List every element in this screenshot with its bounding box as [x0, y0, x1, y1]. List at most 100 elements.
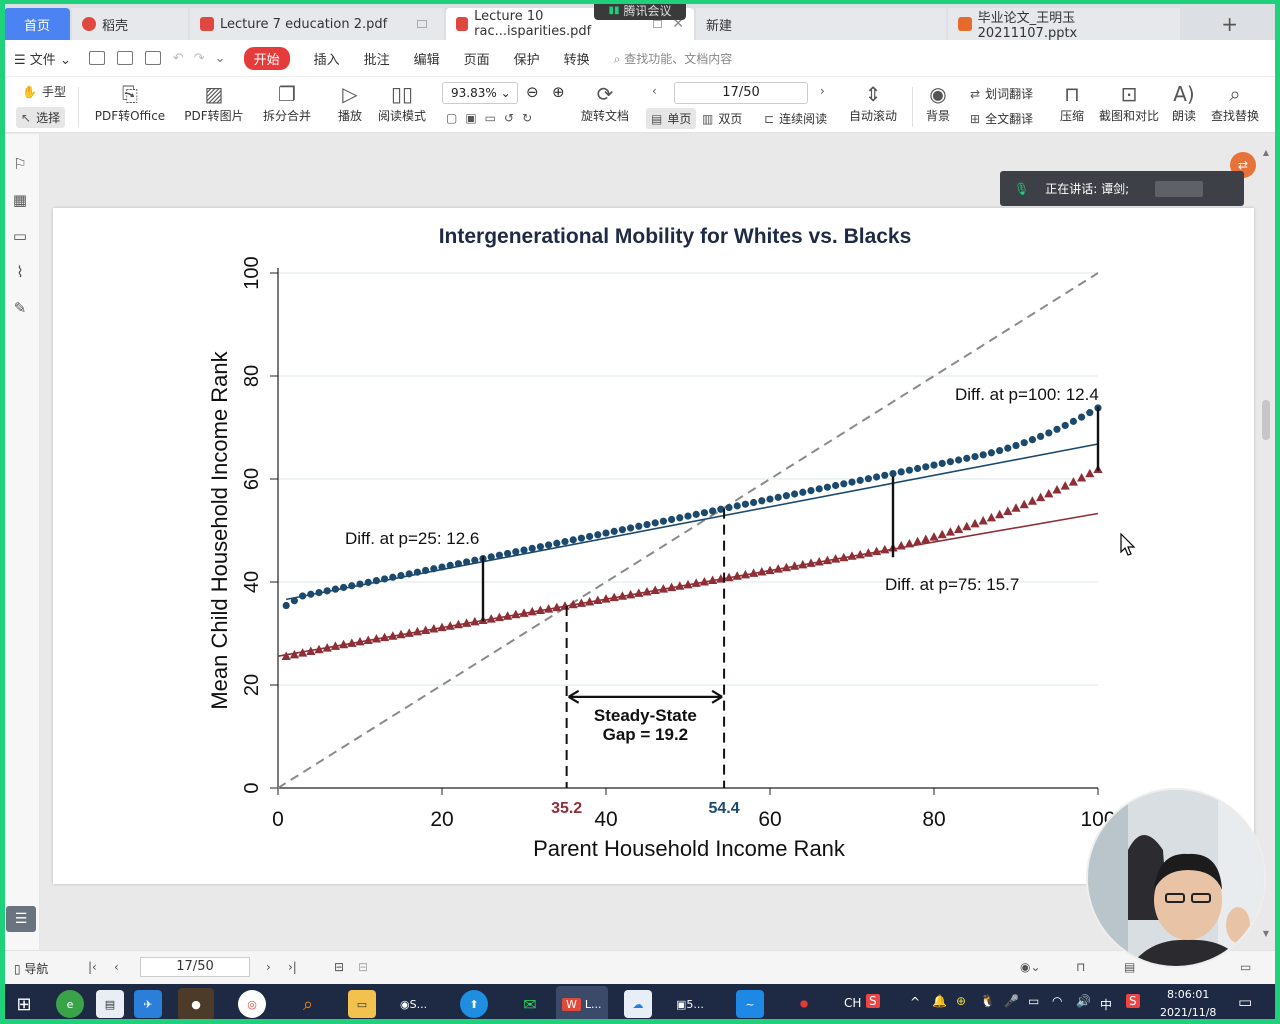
scroll-down-icon[interactable]: ▼ [1262, 929, 1270, 938]
background-button[interactable]: ◉ 背景 [922, 81, 954, 124]
scroll-thumb[interactable] [1262, 400, 1270, 440]
steam-task[interactable]: ◉ S... [394, 990, 433, 1018]
first-page-icon[interactable]: |‹ [88, 960, 97, 974]
pdf-to-image-button[interactable]: ▨ PDF转图片 [184, 81, 244, 124]
open-folder-icon[interactable] [88, 51, 105, 65]
document-area[interactable]: Intergenerational Mobility for Whites vs… [41, 134, 1263, 950]
save-icon[interactable] [116, 51, 133, 65]
ime-indicator[interactable]: CH [844, 996, 861, 1010]
remote-task[interactable]: ▣ 5... [670, 990, 710, 1018]
vpn-icon[interactable]: ⬆ [460, 990, 488, 1018]
select-tool[interactable]: ↖ 选择 [16, 107, 66, 128]
read-mode-button[interactable]: ▯▯ 阅读模式 [376, 81, 428, 124]
app-icon[interactable]: ● [178, 988, 214, 1020]
next-page-status-icon[interactable]: › [266, 960, 271, 974]
menu-page[interactable]: 页面 [464, 49, 490, 68]
explorer-icon[interactable]: ▭ [348, 990, 376, 1018]
zoom-out-icon[interactable]: ⊖ [526, 83, 539, 101]
tencent-meeting-icon[interactable]: ~ [736, 990, 764, 1018]
tray-expand-icon[interactable]: ^ [910, 995, 920, 1009]
vertical-scrollbar[interactable]: ▲ ▼ [1262, 148, 1270, 938]
sogou-tray-icon[interactable]: S [1126, 994, 1140, 1008]
webcam-video[interactable] [1086, 788, 1266, 968]
bookmark-icon[interactable]: ⚐ [12, 156, 28, 172]
page-number-input[interactable]: 17/50 [674, 82, 808, 104]
eye-mode-icon[interactable]: ◉⌄ [1020, 960, 1041, 974]
tab-docer[interactable]: 稻壳 [72, 8, 188, 40]
zoom-select[interactable]: 93.83% ⌄ [442, 82, 518, 104]
next-page-icon[interactable]: › [820, 84, 825, 98]
word-translate-button[interactable]: ⇄ 划词翻译 [970, 85, 1033, 102]
menu-edit[interactable]: 编辑 [414, 49, 440, 68]
signature-icon[interactable]: ✎ [12, 300, 28, 316]
microphone-tray-icon[interactable]: 🎤 [1004, 994, 1019, 1008]
attachment-icon[interactable]: ⌇ [12, 264, 28, 280]
play-button[interactable]: ▷ 播放 [336, 81, 364, 124]
battery-icon[interactable]: ▭ [1028, 994, 1039, 1008]
search-field[interactable]: ⌕ 查找功能、文档内容 [614, 50, 733, 67]
single-view-icon[interactable]: ▤ [1124, 960, 1135, 974]
compress-button[interactable]: ⊓ 压缩 [1058, 81, 1086, 124]
tab-thesis[interactable]: 毕业论文_王明玉20211107.pptx [948, 8, 1180, 41]
menu-insert[interactable]: 插入 [314, 49, 340, 68]
last-page-icon[interactable]: ›| [288, 960, 297, 974]
wifi-icon[interactable]: ◠ [1052, 994, 1062, 1008]
meeting-indicator[interactable]: ▮▮ 腾讯会议 [594, 0, 686, 20]
prev-page-status-icon[interactable]: ‹ [114, 960, 119, 974]
tab-new[interactable]: 新建 [696, 8, 946, 40]
tab-lecture7[interactable]: Lecture 7 education 2.pdf [190, 8, 444, 40]
menu-convert[interactable]: 转换 [564, 49, 590, 68]
menu-annotate[interactable]: 批注 [364, 49, 390, 68]
file-icon[interactable]: ▤ [96, 990, 124, 1018]
search-tool-icon[interactable]: ⌕ [294, 990, 322, 1018]
browser-360-icon[interactable]: e [56, 990, 84, 1018]
forward-icon[interactable]: ⊟ [358, 960, 368, 974]
nav-toggle[interactable]: ▯ 导航 [14, 960, 48, 977]
zoom-in-icon[interactable]: ⊕ [552, 83, 565, 101]
ime-mode[interactable]: 中 [1100, 996, 1112, 1013]
windows-start-icon[interactable]: ⊞ [10, 990, 38, 1018]
baidu-pan-icon[interactable]: ☁ [624, 990, 652, 1018]
tab-home[interactable]: 首页 [4, 8, 70, 40]
fit-width-icon[interactable]: ⊓ [1076, 960, 1085, 974]
wps-task[interactable]: W L... [556, 986, 608, 1022]
chrome-icon[interactable]: ◎ [238, 990, 266, 1018]
auto-scroll-button[interactable]: ⇕ 自动滚动 [846, 81, 900, 124]
back-icon[interactable]: ⊟ [334, 960, 344, 974]
qq-icon[interactable]: 🐧 [980, 994, 995, 1008]
find-replace-button[interactable]: ⌕ 查找替换 [1210, 81, 1260, 124]
full-translate-button[interactable]: ⊞ 全文翻译 [970, 110, 1033, 127]
record-icon[interactable]: ⏺ [790, 990, 818, 1018]
sogou-icon[interactable]: S [866, 994, 880, 1008]
volume-icon[interactable]: 🔊 [1076, 994, 1091, 1008]
print-icon[interactable] [144, 51, 161, 65]
file-menu[interactable]: ☰ 文件 ⌄ [14, 49, 71, 68]
feishu-icon[interactable]: ✈ [134, 990, 162, 1018]
wechat-icon[interactable]: ✉ [516, 990, 544, 1018]
thumbnail-icon[interactable]: ▦ [12, 192, 28, 208]
menu-protect[interactable]: 保护 [514, 49, 540, 68]
double-page-button[interactable]: ▥ 双页 [702, 110, 742, 127]
screenshot-compare-button[interactable]: ⊡ 截图和对比 [1098, 81, 1160, 124]
actual-size-icon[interactable]: ▭ [1240, 960, 1251, 974]
split-merge-button[interactable]: ❐ 拆分合并 [256, 81, 318, 124]
new-tab-plus-icon[interactable]: + [1221, 12, 1238, 36]
status-page-input[interactable]: 17/50 [140, 957, 250, 977]
read-aloud-button[interactable]: A) 朗读 [1170, 81, 1198, 124]
action-center-icon[interactable]: ▭ [1238, 993, 1252, 1011]
undo-icon[interactable]: ↶ [173, 51, 184, 66]
hand-tool[interactable]: ✋ 手型 [22, 83, 66, 100]
system-clock[interactable]: 8:06:01 2021/11/8 [1160, 986, 1216, 1022]
view-fit-icons[interactable]: ▢▣▭↺↻ [446, 111, 540, 125]
plus-tray-icon[interactable]: ⊕ [956, 994, 966, 1008]
scroll-up-icon[interactable]: ▲ [1262, 148, 1270, 157]
nav-panel-button[interactable]: ☰ [6, 906, 36, 932]
notification-bell-icon[interactable]: 🔔 [932, 994, 947, 1008]
redo-icon[interactable]: ↷ [194, 51, 205, 66]
continuous-read-button[interactable]: ⊏ 连续阅读 [764, 110, 827, 127]
more-dropdown-icon[interactable]: ⌄ [215, 51, 226, 66]
prev-page-icon[interactable]: ‹ [652, 84, 657, 98]
pdf-to-office-button[interactable]: ⎘ PDF转Office [90, 81, 170, 124]
start-menu[interactable]: 开始 [243, 46, 290, 70]
comment-icon[interactable]: ▭ [12, 228, 28, 244]
